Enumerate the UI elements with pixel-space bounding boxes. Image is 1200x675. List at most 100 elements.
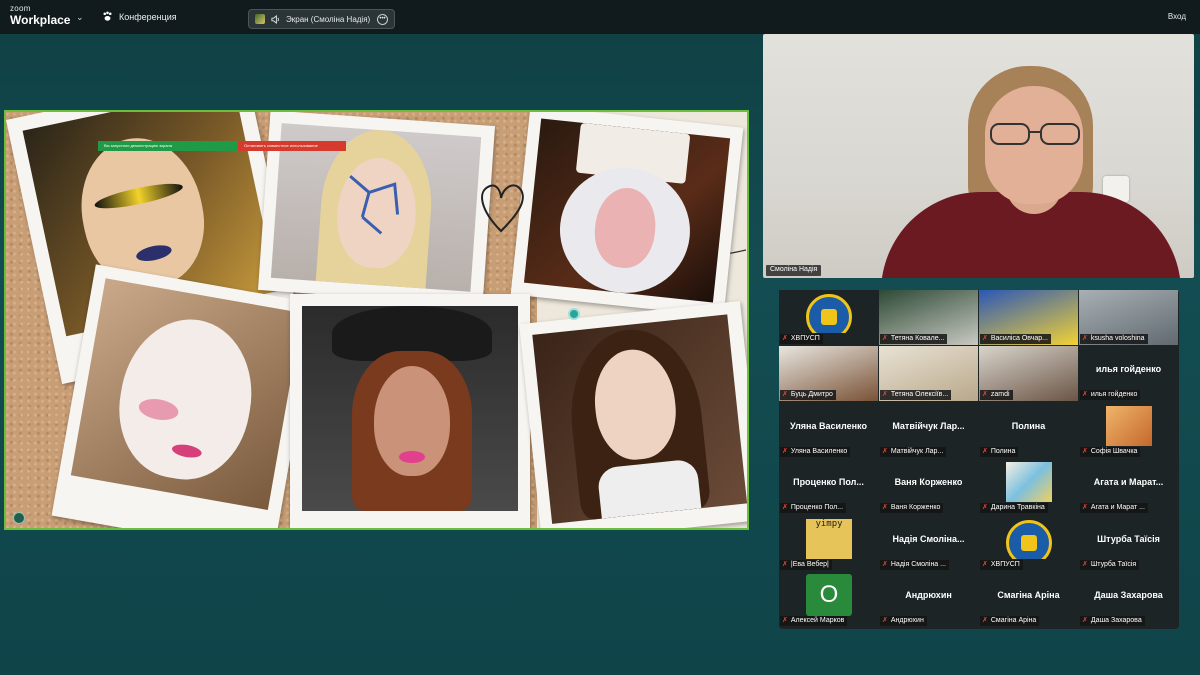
brand-small: zoom — [10, 4, 31, 13]
muted-mic-icon: ✗ — [882, 504, 888, 511]
share-notice: Вы запустили демонстрацию экрана — [98, 141, 238, 151]
muted-mic-icon: ✗ — [1082, 617, 1088, 624]
participant-name: Проценко Пол... — [790, 504, 844, 511]
participant-name: Полина — [990, 448, 1016, 455]
muted-mic-icon: ✗ — [982, 335, 988, 342]
participant-tile[interactable]: ✗ Дарина Травкіна — [979, 459, 1078, 514]
annotation-icon[interactable] — [568, 308, 580, 320]
participant-tile[interactable]: yimpy ✗ |Ева Вебер| — [779, 516, 878, 571]
participant-name: Ваня Корженко — [890, 504, 941, 511]
participant-tile[interactable]: ✗ Тетяна Олексіїв... — [879, 346, 978, 401]
screen-share-pill[interactable]: Экран (Смоліна Надія) ••• — [248, 9, 395, 29]
participant-avatar — [1006, 462, 1052, 502]
muted-mic-icon: ✗ — [782, 335, 788, 342]
participant-tile[interactable]: Смагіна Аріна ✗ Смагіна Аріна — [979, 572, 1078, 627]
muted-mic-icon: ✗ — [882, 335, 888, 342]
participant-tile[interactable]: Андрюхин ✗ Андрюхин — [879, 572, 978, 627]
participant-display-name: Полина — [1011, 421, 1046, 431]
participant-name-label: ✗ Полина — [980, 447, 1019, 457]
participant-tile[interactable]: илья гойденко ✗ илья гойденко — [1079, 346, 1178, 401]
muted-mic-icon: ✗ — [782, 391, 788, 398]
signin-button[interactable]: Вход — [1168, 12, 1186, 21]
photo-polaroid-6 — [519, 300, 747, 528]
muted-mic-icon: ✗ — [1082, 448, 1088, 455]
participant-tile[interactable]: Уляна Василенко ✗ Уляна Василенко — [779, 403, 878, 458]
speaker-icon — [271, 14, 279, 24]
muted-mic-icon: ✗ — [982, 391, 988, 398]
participant-tile[interactable]: ✗ Тетяна Ковале... — [879, 290, 978, 345]
participant-name: Андрюхин — [890, 617, 924, 624]
active-speaker-video[interactable] — [763, 34, 1194, 278]
participant-name: Агата и Марат ... — [1090, 504, 1145, 511]
participant-name-label: ✗ ksusha voloshina — [1080, 334, 1148, 344]
muted-mic-icon: ✗ — [882, 561, 888, 568]
participant-tile[interactable]: Полина ✗ Полина — [979, 403, 1078, 458]
participant-avatar — [1106, 406, 1152, 446]
participant-tile[interactable]: Надія Смоліна... ✗ Надія Смоліна ... — [879, 516, 978, 571]
participant-tile[interactable]: ✗ ХВПУСП — [779, 290, 878, 345]
participant-name: Софія Швачка — [1090, 448, 1138, 455]
muted-mic-icon: ✗ — [782, 504, 788, 511]
participant-tile[interactable]: Даша Захарова ✗ Даша Захарова — [1079, 572, 1178, 627]
participant-name-label: ✗ Смагіна Аріна — [980, 616, 1040, 626]
participant-name: Дарина Травкіна — [990, 504, 1045, 511]
participant-display-name: Андрюхин — [905, 590, 952, 600]
chevron-down-icon[interactable]: ⌄ — [76, 12, 84, 23]
screen-label: Экран (Смоліна Надія) — [286, 14, 371, 24]
zoom-logo: zoom Workplace — [10, 4, 70, 27]
participant-tile[interactable]: О ✗ Алексей Марков — [779, 572, 878, 627]
participant-tile[interactable]: Проценко Пол... ✗ Проценко Пол... — [779, 459, 878, 514]
muted-mic-icon: ✗ — [1082, 335, 1088, 342]
participant-name: ХВПУСП — [990, 561, 1020, 568]
muted-mic-icon: ✗ — [782, 448, 788, 455]
participant-display-name: Агата и Марат... — [1093, 477, 1164, 487]
participant-name-label: ✗ Софія Швачка — [1080, 447, 1141, 457]
participant-name-label: ✗ Алексей Марков — [780, 616, 848, 626]
participant-tile[interactable]: Матвійчук Лар... ✗ Матвійчук Лар... — [879, 403, 978, 458]
annotation-icon[interactable] — [13, 512, 25, 524]
muted-mic-icon: ✗ — [882, 617, 888, 624]
participant-name: |Ева Вебер| — [790, 561, 829, 568]
participant-display-name: илья гойденко — [1095, 364, 1162, 374]
participant-tile[interactable]: Ваня Корженко ✗ Ваня Корженко — [879, 459, 978, 514]
participant-name-label: ✗ Матвійчук Лар... — [880, 447, 947, 457]
participant-name-label: ✗ Надія Смоліна ... — [880, 560, 949, 570]
participant-tile[interactable]: ✗ zamdi — [979, 346, 1078, 401]
participant-display-name: Уляна Василенко — [790, 421, 867, 431]
participant-name: Василіса Овчар... — [990, 335, 1048, 342]
muted-mic-icon: ✗ — [1082, 561, 1088, 568]
participant-tile[interactable]: Агата и Марат... ✗ Агата и Марат ... — [1079, 459, 1178, 514]
share-status-bar: Вы запустили демонстрацию экрана Останов… — [98, 141, 346, 151]
participant-name: Штурба Таїсія — [1090, 561, 1137, 568]
participant-tile[interactable]: ✗ ksusha voloshina — [1079, 290, 1178, 345]
participant-display-name: Матвійчук Лар... — [892, 421, 965, 431]
participant-tile[interactable]: ✗ Софія Швачка — [1079, 403, 1178, 458]
participant-tile[interactable]: Штурба Таїсія ✗ Штурба Таїсія — [1079, 516, 1178, 571]
sharer-avatar — [255, 14, 265, 24]
participant-tile[interactable]: ✗ Буць Дмитро — [779, 346, 878, 401]
participant-name-label: ✗ Тетяна Ковале... — [880, 334, 948, 344]
participant-tile[interactable]: ✗ ХВПУСП — [979, 516, 1078, 571]
stop-share-button[interactable]: Остановить совместное использование — [238, 141, 346, 151]
participant-name-label: ✗ Проценко Пол... — [780, 503, 847, 513]
muted-mic-icon: ✗ — [982, 617, 988, 624]
participant-name-label: ✗ Даша Захарова — [1080, 616, 1145, 626]
participant-name: Матвійчук Лар... — [890, 448, 944, 455]
participant-name: Алексей Марков — [790, 617, 845, 624]
participant-name-label: ✗ Василіса Овчар... — [980, 334, 1051, 344]
conference-menu[interactable]: Конференция — [102, 11, 177, 22]
participant-tile[interactable]: ✗ Василіса Овчар... — [979, 290, 1078, 345]
shared-screen[interactable]: Вы запустили демонстрацию экрана Останов… — [4, 110, 749, 530]
muted-mic-icon: ✗ — [782, 617, 788, 624]
muted-mic-icon: ✗ — [782, 561, 788, 568]
more-icon[interactable]: ••• — [377, 13, 388, 25]
participant-name-label: ✗ Андрюхин — [880, 616, 927, 626]
muted-mic-icon: ✗ — [1082, 504, 1088, 511]
conference-label: Конференция — [119, 11, 177, 22]
participant-name-label: ✗ илья гойденко — [1080, 390, 1141, 400]
participant-name: Тетяна Ковале... — [890, 335, 945, 342]
participant-name-label: ✗ ХВПУСП — [780, 334, 823, 344]
speaker-name-tag: Смоліна Надія — [766, 265, 822, 276]
participant-avatar: О — [806, 574, 852, 616]
participant-name-label: ✗ Агата и Марат ... — [1080, 503, 1148, 513]
